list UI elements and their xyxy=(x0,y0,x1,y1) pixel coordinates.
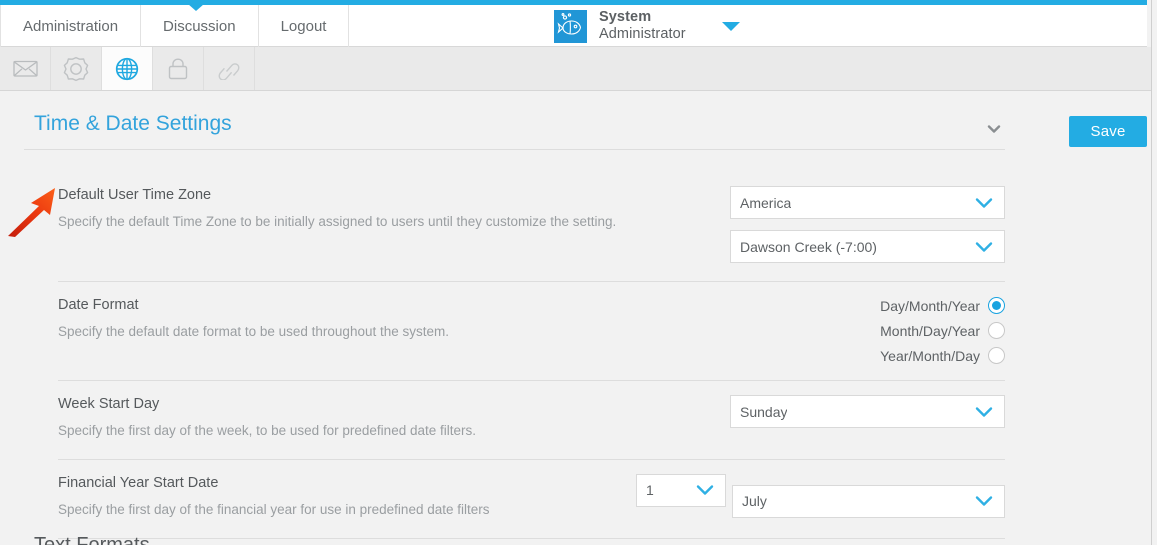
lock-icon xyxy=(168,57,188,79)
chevron-down-icon xyxy=(974,197,994,209)
globe-icon xyxy=(115,57,139,80)
radio-year-month-day[interactable]: Year/Month/Day xyxy=(880,347,1005,364)
next-section-heading: Text Formats xyxy=(34,534,150,545)
week-start-day-select[interactable]: Sunday xyxy=(730,395,1005,428)
setting-control-block: 1 July xyxy=(636,473,1005,518)
setting-row-week-start-day: Week Start Day Specify the first day of … xyxy=(58,381,1005,460)
financial-year-day-value: 1 xyxy=(646,482,654,499)
timezone-region-value: America xyxy=(740,194,792,211)
financial-year-month-select[interactable]: July xyxy=(732,484,1005,518)
top-navigation-bar: Administration Discussion Logout System … xyxy=(0,0,1147,47)
setting-control-block: Sunday xyxy=(730,395,1005,428)
setting-description: Specify the first day of the financial y… xyxy=(58,501,490,517)
setting-label: Financial Year Start Date xyxy=(58,474,219,491)
timezone-region-select[interactable]: America xyxy=(730,186,1005,219)
caret-down-icon[interactable] xyxy=(721,21,740,31)
timezone-city-select[interactable]: Dawson Creek (-7:00) xyxy=(730,230,1005,263)
toolbar-item-localization[interactable] xyxy=(102,47,153,90)
setting-description: Specify the default date format to be us… xyxy=(58,323,449,339)
user-last-name: Administrator xyxy=(599,26,686,42)
toolbar-item-security[interactable] xyxy=(153,47,204,90)
tab-administration[interactable]: Administration xyxy=(0,5,142,47)
setting-description: Specify the default Time Zone to be init… xyxy=(58,213,617,229)
setting-description: Specify the first day of the week, to be… xyxy=(58,422,476,438)
application-frame: Administration Discussion Logout System … xyxy=(0,0,1152,545)
chevron-down-icon[interactable] xyxy=(985,122,1003,136)
setting-text-block: Week Start Day Specify the first day of … xyxy=(58,395,730,442)
radio-indicator[interactable] xyxy=(988,347,1005,364)
timezone-city-value: Dawson Creek (-7:00) xyxy=(740,238,877,255)
user-menu[interactable]: System Administrator xyxy=(554,5,740,47)
toolbar-item-mail[interactable] xyxy=(0,47,51,90)
tab-logout[interactable]: Logout xyxy=(259,5,350,47)
settings-category-toolbar xyxy=(0,47,1151,91)
mail-icon xyxy=(12,60,38,77)
setting-control-block: Day/Month/Year Month/Day/Year Year/Month… xyxy=(880,296,1005,364)
setting-row-financial-year-start-date: Financial Year Start Date Specify the fi… xyxy=(58,460,1005,539)
radio-label: Month/Day/Year xyxy=(880,322,980,339)
user-first-name: System xyxy=(599,8,652,25)
gear-icon xyxy=(63,56,89,81)
tab-discussion[interactable]: Discussion xyxy=(141,5,259,47)
setting-text-block: Default User Time Zone Specify the defau… xyxy=(58,186,730,233)
setting-label: Default User Time Zone xyxy=(58,187,212,203)
financial-year-month-value: July xyxy=(742,493,767,510)
radio-indicator[interactable] xyxy=(988,297,1005,314)
date-format-radio-group: Day/Month/Year Month/Day/Year Year/Month… xyxy=(880,296,1005,364)
panel-header-divider xyxy=(24,149,1005,150)
radio-day-month-year[interactable]: Day/Month/Year xyxy=(880,297,1005,314)
tab-administration-label: Administration xyxy=(23,17,119,35)
settings-content-area: Time & Date Settings Save Default User T… xyxy=(0,92,1151,545)
toolbar-item-integrations[interactable] xyxy=(204,47,255,90)
save-button[interactable]: Save xyxy=(1069,116,1147,147)
link-icon xyxy=(218,62,240,80)
toolbar-item-system[interactable] xyxy=(51,47,102,90)
setting-row-default-user-time-zone: Default User Time Zone Specify the defau… xyxy=(58,174,1005,282)
radio-indicator[interactable] xyxy=(988,322,1005,339)
avatar xyxy=(554,9,587,43)
chevron-down-icon xyxy=(974,495,994,507)
settings-list: Default User Time Zone Specify the defau… xyxy=(58,174,1005,539)
fish-avatar-icon xyxy=(557,12,582,35)
setting-label: Date Format xyxy=(58,297,139,313)
chevron-down-icon xyxy=(695,484,715,496)
page-title: Time & Date Settings xyxy=(34,112,232,135)
radio-month-day-year[interactable]: Month/Day/Year xyxy=(880,322,1005,339)
financial-year-controls: 1 July xyxy=(636,473,1005,518)
primary-nav-tabs: Administration Discussion Logout xyxy=(0,5,350,47)
setting-text-block: Financial Year Start Date Specify the fi… xyxy=(58,474,636,521)
radio-label: Year/Month/Day xyxy=(880,347,980,364)
toolbar-filler xyxy=(255,47,1151,90)
tab-discussion-label: Discussion xyxy=(163,17,236,35)
radio-label: Day/Month/Year xyxy=(880,297,980,314)
chevron-down-icon xyxy=(974,406,994,418)
tab-logout-label: Logout xyxy=(280,17,327,35)
week-start-day-value: Sunday xyxy=(740,403,788,420)
setting-text-block: Date Format Specify the default date for… xyxy=(58,296,880,343)
financial-year-day-select[interactable]: 1 xyxy=(636,473,726,507)
chevron-down-icon xyxy=(974,241,994,253)
setting-row-date-format: Date Format Specify the default date for… xyxy=(58,282,1005,381)
setting-control-block: America Dawson Creek (-7:00) xyxy=(730,186,1005,263)
user-name-block: System Administrator xyxy=(599,9,686,43)
setting-label: Week Start Day xyxy=(58,396,160,412)
